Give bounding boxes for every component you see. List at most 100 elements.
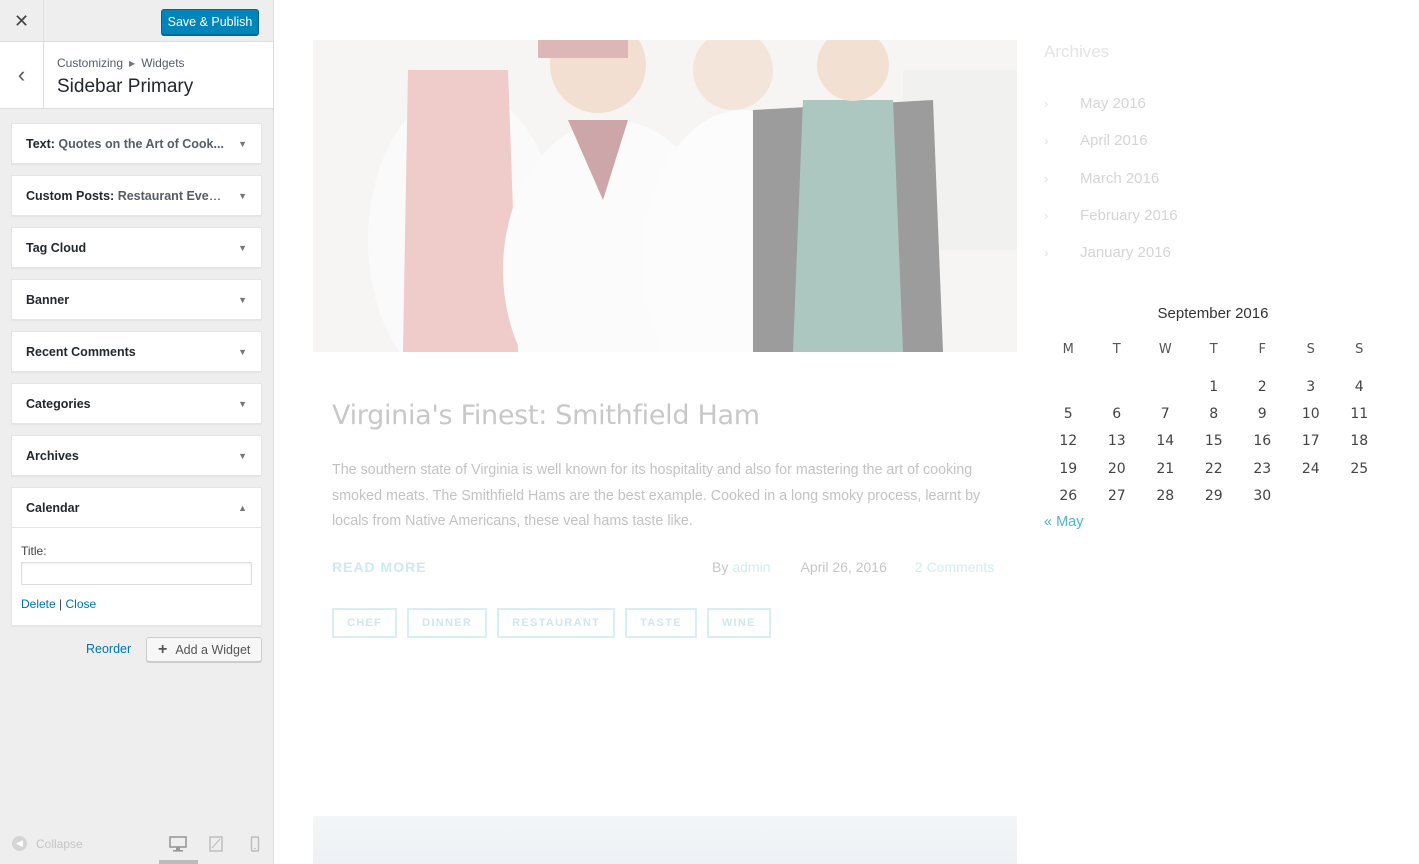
delete-widget-link[interactable]: Delete bbox=[21, 597, 56, 611]
calendar-day: 4 bbox=[1354, 378, 1364, 395]
widget-header[interactable]: Recent Comments ▼ bbox=[12, 332, 261, 371]
chevron-left-icon: ‹ bbox=[17, 62, 26, 87]
mobile-icon[interactable] bbox=[245, 834, 265, 854]
tag-wine[interactable]: WINE bbox=[706, 608, 771, 638]
widget-header[interactable]: Calendar ▲ bbox=[12, 488, 261, 527]
comments-link[interactable]: 2 Comments bbox=[915, 559, 994, 575]
triangle-down-icon[interactable]: ▼ bbox=[238, 243, 247, 253]
calendar-day: 3 bbox=[1306, 378, 1316, 395]
collapse-label: Collapse bbox=[36, 836, 83, 851]
widget-header[interactable]: Categories ▼ bbox=[12, 384, 261, 423]
weekday: W bbox=[1158, 342, 1172, 357]
calendar-week: 5 6 7 8 9 10 11 bbox=[1044, 400, 1384, 427]
panel-header: ✕ Save & Publish bbox=[0, 0, 273, 42]
calendar-day: 22 bbox=[1204, 460, 1223, 477]
widget-actions: Delete | Close bbox=[21, 597, 252, 611]
customizer-panel: ✕ Save & Publish ‹ Customizing ▶ Widgets… bbox=[0, 0, 274, 864]
calendar-weekdays: M T W T F S S bbox=[1044, 342, 1384, 373]
add-widget-button[interactable]: + Add a Widget bbox=[146, 637, 262, 662]
widget-header[interactable]: Text: Quotes on the Art of Cook... ▼ bbox=[12, 124, 261, 163]
calendar-day: 19 bbox=[1059, 460, 1078, 477]
tag-taste[interactable]: TASTE bbox=[625, 608, 697, 638]
weekday: M bbox=[1062, 342, 1074, 357]
breadcrumb-separator-icon: ▶ bbox=[129, 58, 136, 68]
triangle-down-icon[interactable]: ▼ bbox=[238, 399, 247, 409]
site-preview: Virginia's Finest: Smithfield Ham The so… bbox=[274, 0, 1419, 864]
tag-chef[interactable]: CHEF bbox=[332, 608, 398, 638]
calendar-day: 7 bbox=[1160, 406, 1170, 423]
triangle-up-icon[interactable]: ▲ bbox=[238, 503, 247, 513]
save-publish-button[interactable]: Save & Publish bbox=[161, 9, 259, 35]
calendar-day: 18 bbox=[1350, 433, 1369, 450]
tag-restaurant[interactable]: RESTAURANT bbox=[497, 608, 616, 638]
reorder-link[interactable]: Reorder bbox=[86, 642, 131, 656]
calendar-day: 27 bbox=[1107, 488, 1126, 505]
breadcrumb-item: Customizing bbox=[57, 56, 124, 70]
read-more-link[interactable]: READ MORE bbox=[332, 559, 427, 575]
calendar-day bbox=[1287, 483, 1336, 510]
collapse-arrow-icon: ◀ bbox=[12, 836, 27, 851]
tag-dinner[interactable]: DINNER bbox=[407, 608, 488, 638]
calendar-week: 12 13 14 15 16 17 18 bbox=[1044, 428, 1384, 455]
archive-item[interactable]: › May 2016 bbox=[1044, 85, 1178, 122]
triangle-down-icon[interactable]: ▼ bbox=[238, 451, 247, 461]
calendar-day: 24 bbox=[1301, 460, 1320, 477]
triangle-down-icon[interactable]: ▼ bbox=[238, 295, 247, 305]
calendar-day: 25 bbox=[1350, 460, 1369, 477]
title-field-label: Title: bbox=[21, 544, 47, 558]
widget-title: Text: Quotes on the Art of Cook... bbox=[26, 136, 224, 151]
archive-item[interactable]: › January 2016 bbox=[1044, 234, 1178, 271]
widget-header[interactable]: Archives ▼ bbox=[12, 436, 261, 475]
tablet-icon[interactable] bbox=[206, 834, 226, 854]
add-widget-label: Add a Widget bbox=[175, 642, 251, 657]
next-post-image[interactable] bbox=[313, 816, 1017, 864]
archive-item[interactable]: › March 2016 bbox=[1044, 160, 1178, 197]
archive-item[interactable]: › February 2016 bbox=[1044, 197, 1178, 234]
chevron-right-icon: › bbox=[1044, 245, 1049, 261]
title-field[interactable] bbox=[21, 562, 252, 585]
collapse-button[interactable]: ◀ Collapse bbox=[12, 836, 83, 851]
post-date: April 26, 2016 bbox=[800, 559, 887, 575]
back-button[interactable]: ‹ bbox=[0, 42, 44, 108]
widget-title: Banner bbox=[26, 292, 70, 307]
section-title: Sidebar Primary bbox=[57, 76, 194, 97]
widget-header[interactable]: Custom Posts: Restaurant Events ▼ bbox=[12, 176, 261, 215]
widget-categories: Categories ▼ bbox=[11, 383, 262, 424]
widget-header[interactable]: Banner ▼ bbox=[12, 280, 261, 319]
calendar-day: 5 bbox=[1063, 406, 1073, 423]
desktop-icon[interactable] bbox=[168, 834, 188, 854]
post-excerpt: The southern state of Virginia is well k… bbox=[332, 462, 981, 529]
chevron-right-icon: › bbox=[1044, 96, 1049, 112]
calendar-caption: September 2016 bbox=[1157, 305, 1269, 322]
close-customizer-button[interactable]: ✕ bbox=[0, 0, 44, 42]
plus-icon: + bbox=[158, 640, 168, 658]
calendar-day: 20 bbox=[1107, 460, 1126, 477]
widget-tag-cloud: Tag Cloud ▼ bbox=[11, 227, 262, 268]
post-featured-image[interactable] bbox=[313, 40, 1017, 352]
triangle-down-icon[interactable]: ▼ bbox=[238, 191, 247, 201]
by-label: By bbox=[712, 559, 729, 575]
chevron-right-icon: › bbox=[1044, 133, 1049, 149]
calendar-prev-month-link[interactable]: « May bbox=[1044, 514, 1394, 530]
widget-custom-posts: Custom Posts: Restaurant Events ▼ bbox=[11, 175, 262, 216]
widget-text: Text: Quotes on the Art of Cook... ▼ bbox=[11, 123, 262, 164]
panel-footer: ◀ Collapse bbox=[0, 822, 273, 864]
widget-banner: Banner ▼ bbox=[11, 279, 262, 320]
calendar-day bbox=[1044, 373, 1093, 400]
author-link[interactable]: admin bbox=[732, 559, 770, 575]
triangle-down-icon[interactable]: ▼ bbox=[238, 139, 247, 149]
post-title[interactable]: Virginia's Finest: Smithfield Ham bbox=[332, 400, 760, 431]
triangle-down-icon[interactable]: ▼ bbox=[238, 347, 247, 357]
widget-recent-comments: Recent Comments ▼ bbox=[11, 331, 262, 372]
calendar-day: 1 bbox=[1209, 378, 1219, 395]
widget-header[interactable]: Tag Cloud ▼ bbox=[12, 228, 261, 267]
active-device-indicator bbox=[159, 860, 198, 864]
post-tags: CHEF DINNER RESTAURANT TASTE WINE bbox=[332, 608, 771, 638]
archives-list: › May 2016 › April 2016 › March 2016 › Febru… bbox=[1044, 85, 1178, 271]
widget-title: Recent Comments bbox=[26, 344, 136, 359]
widget-form: Title: Delete | Close bbox=[12, 527, 261, 625]
weekday: T bbox=[1209, 342, 1218, 357]
weekday: S bbox=[1306, 342, 1315, 357]
archive-item[interactable]: › April 2016 bbox=[1044, 122, 1178, 159]
close-widget-link[interactable]: Close bbox=[66, 597, 97, 611]
